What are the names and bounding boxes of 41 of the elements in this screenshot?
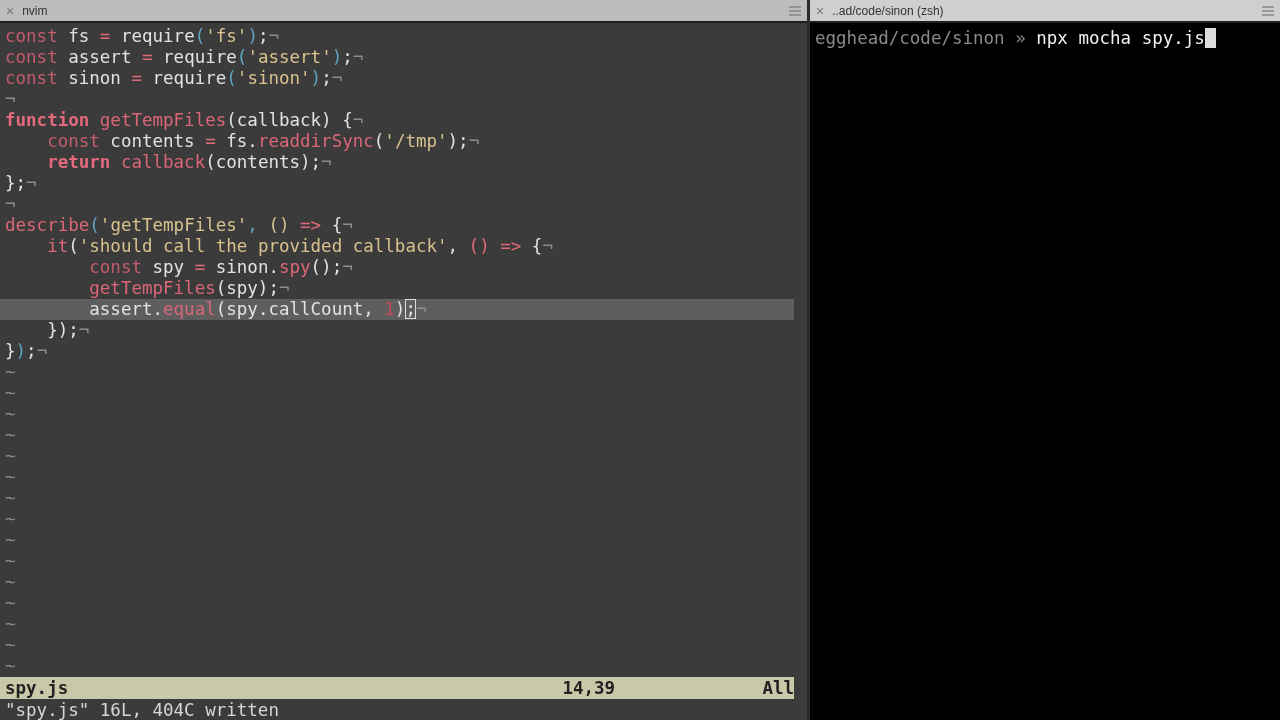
code-line: });¬ bbox=[4, 341, 49, 362]
empty-line-marker: ~ bbox=[4, 467, 17, 488]
terminal-command-line: egghead/code/sinon » npx mocha spy.js bbox=[810, 23, 1280, 53]
editor-tab[interactable]: × nvim bbox=[0, 0, 807, 23]
empty-line-marker: ~ bbox=[4, 530, 17, 551]
empty-line-marker: ~ bbox=[4, 404, 17, 425]
empty-line-marker: ~ bbox=[4, 656, 17, 677]
empty-line-marker: ~ bbox=[4, 572, 17, 593]
code-line: });¬ bbox=[46, 320, 91, 341]
empty-line-marker: ~ bbox=[4, 614, 17, 635]
empty-line-marker: ~ bbox=[4, 425, 17, 446]
empty-line-marker: ~ bbox=[4, 446, 17, 467]
message-line: "spy.js" 16L, 404C written bbox=[4, 699, 280, 720]
code-line: };¬ bbox=[4, 173, 38, 194]
code-line: const spy = sinon.spy();¬ bbox=[88, 257, 354, 278]
file-name: spy.js bbox=[5, 677, 69, 699]
empty-line-marker: ~ bbox=[4, 383, 17, 404]
code-line: ¬ bbox=[4, 194, 17, 215]
code-line: describe('getTempFiles', () => {¬ bbox=[4, 215, 354, 236]
code-line: const assert = require('assert');¬ bbox=[4, 47, 365, 68]
empty-line-marker: ~ bbox=[4, 593, 17, 614]
menu-icon[interactable] bbox=[789, 5, 801, 16]
code-line: const sinon = require('sinon');¬ bbox=[4, 68, 344, 89]
cursor-position: 14,39 bbox=[562, 677, 617, 699]
empty-line-marker: ~ bbox=[4, 635, 17, 656]
code-line: it('should call the provided callback', () => {¬ bbox=[46, 236, 554, 257]
tab-title: nvim bbox=[22, 3, 48, 18]
code-line: const fs = require('fs');¬ bbox=[4, 26, 281, 47]
code-line: ¬ bbox=[4, 89, 17, 110]
empty-line-marker: ~ bbox=[4, 362, 17, 383]
code-line: return callback(contents);¬ bbox=[46, 152, 333, 173]
tab-title: ..ad/code/sinon (zsh) bbox=[832, 3, 944, 18]
code-line: function getTempFiles(callback) {¬ bbox=[4, 110, 365, 131]
empty-line-marker: ~ bbox=[4, 551, 17, 572]
empty-line-marker: ~ bbox=[4, 488, 17, 509]
code-line: getTempFiles(spy);¬ bbox=[88, 278, 291, 299]
menu-icon[interactable] bbox=[1262, 5, 1274, 16]
scroll-position: All bbox=[762, 677, 794, 699]
terminal-tab[interactable]: × ..ad/code/sinon (zsh) bbox=[810, 0, 1280, 23]
code-line: const contents = fs.readdirSync('/tmp');¬ bbox=[46, 131, 481, 152]
empty-line-marker: ~ bbox=[4, 509, 17, 530]
